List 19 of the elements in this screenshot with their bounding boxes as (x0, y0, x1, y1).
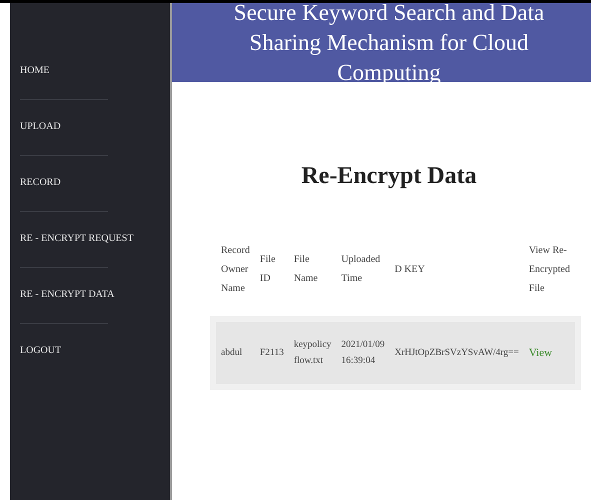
column-header: Uploaded Time (340, 253, 382, 286)
column-header: View Re-Encrypted File (528, 244, 571, 296)
table-cell: F2113 (254, 322, 289, 384)
sidebar-item[interactable]: UPLOAD (10, 117, 170, 137)
column-header: File Name (292, 253, 319, 286)
column-header: File ID (258, 253, 276, 286)
sidebar-item[interactable]: RE - ENCRYPT REQUEST (10, 229, 170, 249)
table-cell: abdul (216, 322, 255, 384)
column-header: Record Owner Name (220, 244, 251, 296)
table-cell: 2021/01/09 16:39:04 (336, 322, 390, 384)
column-header: D KEY (394, 262, 426, 276)
page-heading: Re-Encrypt Data (301, 163, 477, 190)
table-cell: XrHJtOpZBrSVzYSvAW/4rg== (390, 322, 524, 384)
table-cell: keypolicy flow.txt (288, 322, 336, 384)
sidebar-item[interactable]: RE - ENCRYPT DATA (10, 285, 170, 305)
sidebar-item[interactable]: RECORD (10, 173, 170, 193)
site-title: Secure Keyword Search and Data Sharing Mechanism for Cloud Computing (232, 3, 546, 86)
sidebar-item[interactable]: LOGOUT (10, 341, 170, 361)
sidebar-item[interactable]: HOME (10, 61, 170, 81)
